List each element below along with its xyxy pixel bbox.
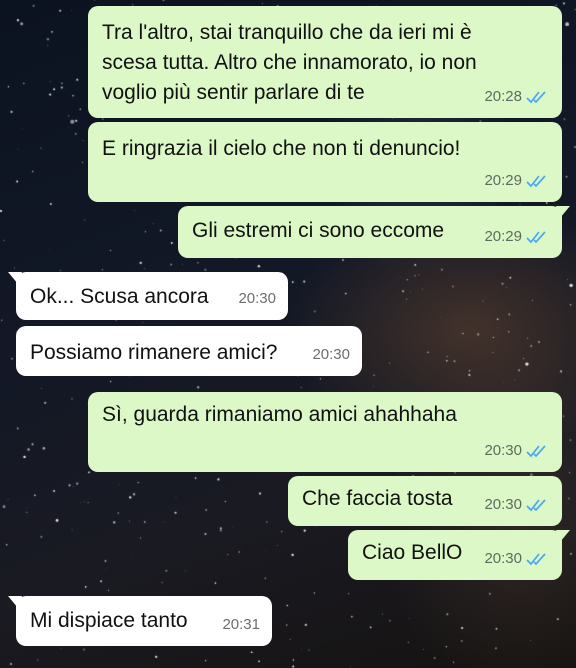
double-check-icon: [526, 553, 546, 566]
message-bubble-incoming[interactable]: Ok... Scusa ancora 20:30: [8, 272, 288, 320]
message-time: 20:29: [484, 228, 522, 245]
double-check-icon: [526, 445, 546, 458]
message-text: Ok... Scusa ancora: [30, 285, 209, 308]
bubble-tail: [556, 530, 570, 542]
message-time: 20:30: [238, 290, 276, 307]
message-time: 20:29: [484, 172, 522, 189]
message-bubble-outgoing[interactable]: Ciao BellO 20:30: [348, 530, 570, 580]
message-text: E ringrazia il cielo che non ti denuncio…: [102, 137, 461, 160]
double-check-icon: [526, 231, 546, 244]
bubble-tail: [556, 206, 570, 218]
message-meta: 20:31: [222, 610, 260, 640]
message-time: 20:28: [484, 88, 522, 105]
message-time: 20:31: [222, 616, 260, 633]
double-check-icon: [526, 499, 546, 512]
message-text: Tra l'altro, stai tranquillo che da ieri…: [102, 21, 477, 104]
message-meta: 20:30: [238, 284, 276, 314]
message-bubble-incoming[interactable]: Possiamo rimanere amici? 20:30: [16, 326, 362, 376]
message-bubble-outgoing[interactable]: E ringrazia il cielo che non ti denuncio…: [88, 122, 562, 202]
bubble-tail: [8, 596, 22, 608]
message-meta: 20:30: [484, 490, 550, 520]
message-meta: 20:30: [484, 436, 550, 466]
message-time: 20:30: [484, 442, 522, 459]
message-meta: 20:28: [484, 82, 550, 112]
bubble-tail: [8, 272, 22, 284]
message-time: 20:30: [484, 550, 522, 567]
message-meta: 20:30: [484, 544, 550, 574]
message-bubble-incoming[interactable]: Mi dispiace tanto 20:31: [8, 596, 272, 646]
message-meta: 20:29: [484, 166, 550, 196]
double-check-icon: [526, 175, 546, 188]
double-check-icon: [526, 91, 546, 104]
message-time: 20:30: [484, 496, 522, 513]
message-bubble-outgoing[interactable]: Sì, guarda rimaniamo amici ahahhaha 20:3…: [88, 392, 562, 472]
message-meta: 20:30: [312, 340, 350, 370]
message-text: Possiamo rimanere amici?: [30, 341, 278, 364]
message-text: Sì, guarda rimaniamo amici ahahhaha: [102, 403, 457, 426]
message-bubble-outgoing[interactable]: Gli estremi ci sono eccome 20:29: [178, 206, 570, 258]
message-bubble-outgoing[interactable]: Che faccia tosta 20:30: [288, 476, 562, 526]
message-bubble-outgoing[interactable]: Tra l'altro, stai tranquillo che da ieri…: [88, 6, 562, 118]
message-meta: 20:29: [484, 222, 550, 252]
message-time: 20:30: [312, 346, 350, 363]
